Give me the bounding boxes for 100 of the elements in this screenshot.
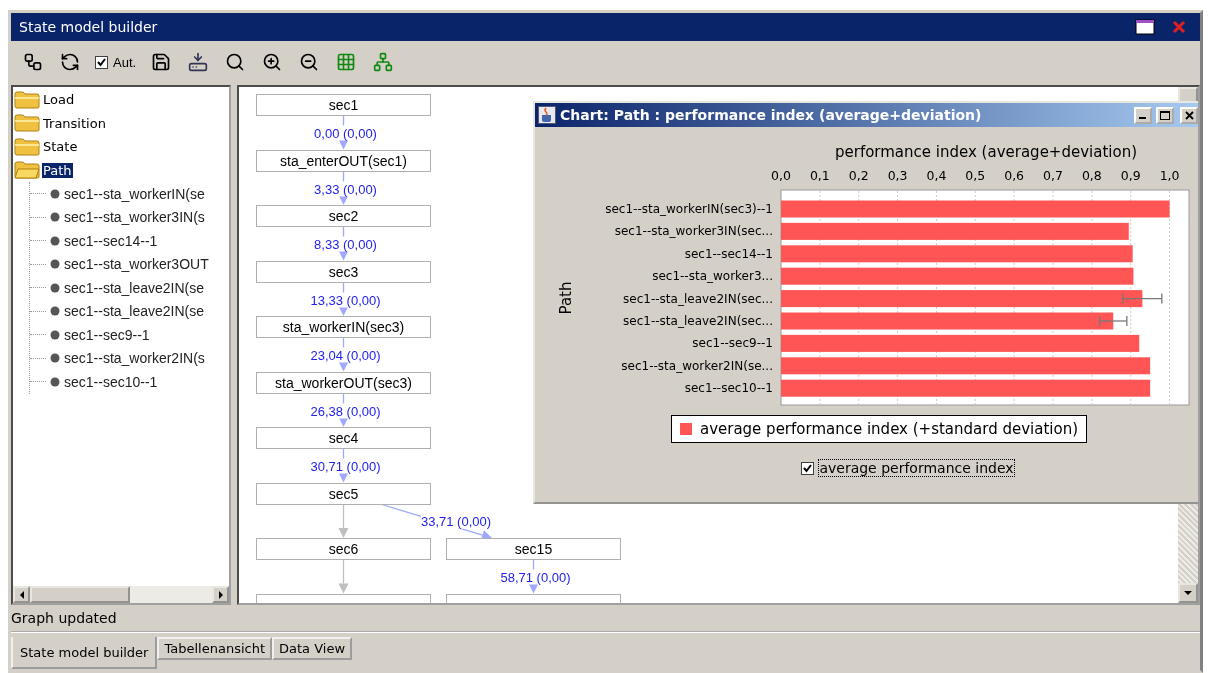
tree-item[interactable]: sec1--sta_leave2IN(se <box>64 303 205 320</box>
tick-label: 1,0 <box>1159 168 1180 183</box>
close-icon <box>1172 20 1186 34</box>
state-node[interactable]: sec6 <box>256 538 431 560</box>
left-arrow-icon <box>18 590 25 599</box>
bullet-icon <box>50 259 60 270</box>
state-node[interactable]: sec5 <box>256 482 431 505</box>
tick-label: 0,6 <box>1004 168 1025 183</box>
tree-item[interactable]: sec1--sec10--1 <box>64 373 158 390</box>
tab[interactable]: Data View <box>272 637 353 660</box>
bullet-icon <box>50 235 60 246</box>
category-label: sec1--sec9--1 <box>692 336 773 351</box>
bullet-icon <box>50 282 60 293</box>
edge-label: 3,33 (0,00) <box>314 181 377 196</box>
category-label: sec1--sta_leave2IN(sec... <box>623 291 773 306</box>
network-icon <box>373 52 394 72</box>
tree-item[interactable]: sec1--sta_leave2IN(se <box>64 279 205 296</box>
state-node[interactable]: sta_enterOUT(sec1) <box>256 149 431 172</box>
table-icon <box>336 52 357 72</box>
bullet-icon <box>50 353 60 364</box>
scroll-down-button[interactable] <box>1178 583 1198 603</box>
download-icon <box>188 52 209 72</box>
chart-window-title: Chart: Path : performance index (average+deviation) <box>560 107 983 123</box>
tree-item[interactable]: sec1--sta_worker3IN(s <box>64 209 205 226</box>
state-node[interactable]: sec3 <box>256 260 431 283</box>
tick-label: 0,8 <box>1081 168 1102 183</box>
tick-label: 0,5 <box>965 168 986 183</box>
tab[interactable]: State model builder <box>11 637 158 669</box>
restore-button[interactable] <box>1132 16 1158 38</box>
maximize-icon <box>1160 110 1170 120</box>
close-icon <box>1184 110 1194 120</box>
error-bar <box>1099 315 1128 327</box>
edge-label: 23,04 (0,00) <box>310 347 381 363</box>
tree-item[interactable]: sec1--sta_worker3OUT <box>64 256 209 273</box>
zoom-out-icon <box>299 52 320 72</box>
category-label: sec1--sta_leave2IN(sec... <box>623 314 773 328</box>
scroll-left-button[interactable] <box>13 586 30 603</box>
edge-label: 30,71 (0,00) <box>310 458 381 474</box>
save-icon <box>151 52 172 72</box>
window-title: State model builder <box>19 19 159 35</box>
bullet-icon <box>50 329 60 340</box>
tree-item[interactable]: sec1--sec14--1 <box>64 232 158 249</box>
cup-icon <box>538 106 556 124</box>
category-label: sec1--sec14--1 <box>684 246 773 261</box>
checkbox[interactable] <box>95 55 108 69</box>
zoom-in-icon <box>262 52 283 72</box>
bullet-icon <box>50 376 60 387</box>
legend-swatch <box>679 423 692 435</box>
auto-checkbox[interactable]: Aut. <box>95 54 137 70</box>
category-label: sec1--sta_workerIN(sec3)--1 <box>605 202 773 216</box>
tree-folder[interactable]: Load <box>42 92 76 108</box>
state-node[interactable]: sec4 <box>256 427 431 449</box>
checkbox-label: Aut. <box>113 54 137 70</box>
edge-label: 0,00 (0,00) <box>314 125 377 141</box>
tick-label: 0,9 <box>1120 168 1141 183</box>
state-node[interactable]: sec15 <box>446 538 621 560</box>
state-node[interactable]: sta_workerOUT(sec3) <box>256 371 431 394</box>
graph-icon <box>23 52 43 72</box>
state-node[interactable]: sta_workerIN(sec3) <box>256 316 431 338</box>
tick-label: 0,3 <box>887 168 908 183</box>
refresh-icon <box>60 52 80 72</box>
tick-label: 0,2 <box>848 168 869 183</box>
legend-label: average performance index (+standard deviation) <box>699 420 1079 438</box>
tick-label: 0,4 <box>926 168 947 183</box>
axis-title: Path <box>557 281 575 315</box>
tick-label: 0,1 <box>809 168 830 183</box>
bullet-icon <box>50 306 60 317</box>
down-arrow-icon <box>1184 590 1192 596</box>
edge-label: 26,38 (0,00) <box>310 403 381 418</box>
tick-label: 0,7 <box>1043 168 1063 183</box>
scrollbar-thumb[interactable] <box>30 586 130 603</box>
minimize-button[interactable] <box>1134 106 1152 124</box>
right-arrow-icon <box>217 590 224 599</box>
tree-item[interactable]: sec1--sta_workerIN(se <box>64 185 205 202</box>
tree-item[interactable]: sec1--sta_worker2IN(s <box>64 350 205 367</box>
edge-label: 33,71 (0,00) <box>420 513 492 528</box>
tree-folder[interactable]: State <box>42 139 79 155</box>
error-bar <box>1122 292 1163 305</box>
tab[interactable]: Tabellenansicht <box>157 637 272 660</box>
edge-label: 58,71 (0,00) <box>500 569 571 585</box>
edge-label: 13,33 (0,00) <box>310 292 381 307</box>
search-icon <box>225 52 246 72</box>
category-label: sec1--sta_worker2IN(se... <box>621 358 773 373</box>
axis-title: performance index (average+deviation) <box>835 143 1137 161</box>
tree-folder[interactable]: Transition <box>42 115 107 131</box>
edge-label: 8,33 (0,00) <box>314 236 377 252</box>
status-text: Graph updated <box>11 610 117 626</box>
maximize-button[interactable] <box>1156 106 1174 124</box>
category-label: sec1--sta_worker3IN(sec... <box>614 224 773 239</box>
scroll-right-button[interactable] <box>212 586 229 603</box>
state-node[interactable]: sec1 <box>256 94 431 116</box>
window-icon <box>1135 19 1155 35</box>
category-label: sec1--sta_worker3... <box>652 269 773 284</box>
close-button[interactable] <box>1180 106 1198 124</box>
category-label: sec1--sec10--1 <box>684 381 773 396</box>
tick-label: 0,0 <box>771 168 791 183</box>
tree-folder[interactable]: Path <box>42 162 73 178</box>
state-node[interactable]: sec2 <box>256 205 431 227</box>
tree-item[interactable]: sec1--sec9--1 <box>64 326 150 343</box>
checkbox[interactable] <box>801 461 815 475</box>
